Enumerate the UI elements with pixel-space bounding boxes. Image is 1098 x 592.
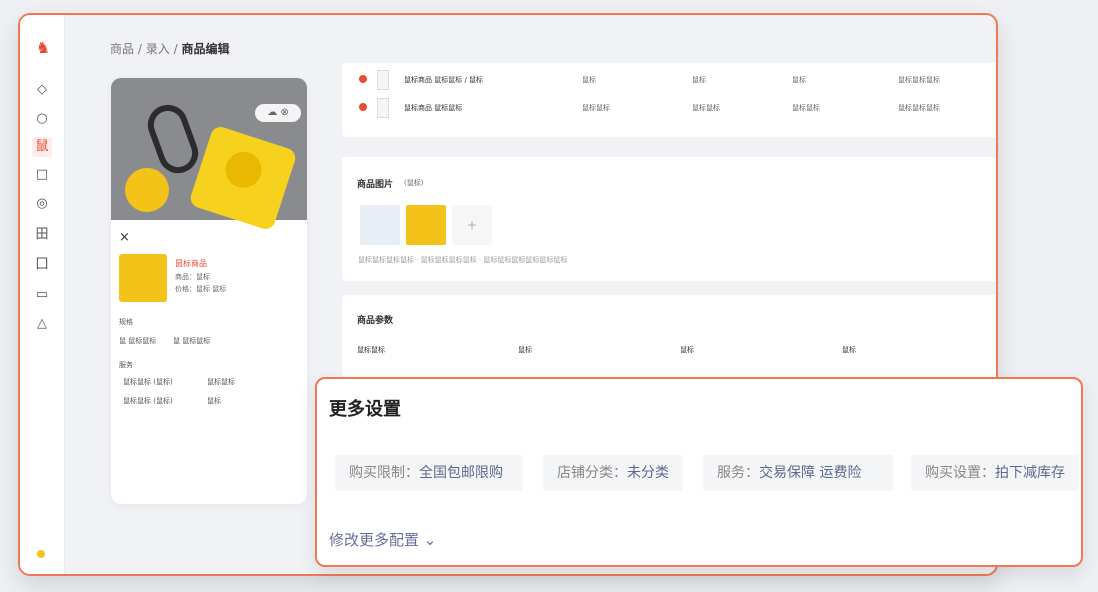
sku-name: 鼠标商品 鼠标鼠标 bbox=[404, 104, 463, 112]
product-line: 价格：鼠标 鼠标 bbox=[175, 285, 227, 293]
setting-purchase-settings[interactable]: 购买设置：拍下减库存 bbox=[911, 455, 1079, 491]
chevron-down-icon: ⌄ bbox=[423, 531, 437, 549]
charm-image bbox=[125, 168, 169, 212]
group-label: 服务 bbox=[119, 361, 133, 369]
preview-controls[interactable]: ☁ ⊗ bbox=[255, 104, 301, 122]
option-chip[interactable]: 鼠 鼠标鼠标 bbox=[173, 336, 210, 346]
sku-cell[interactable]: 鼠标鼠标鼠标 bbox=[898, 75, 940, 85]
add-image-button[interactable]: + bbox=[452, 205, 492, 245]
gallery-image[interactable] bbox=[360, 205, 400, 245]
sku-cell[interactable]: 鼠标 bbox=[692, 75, 706, 85]
section-hint: (鼠标) bbox=[404, 179, 424, 187]
sku-cell[interactable]: 鼠标鼠标鼠标 bbox=[898, 103, 940, 113]
sku-cell[interactable]: 鼠标鼠标 bbox=[582, 103, 610, 113]
product-line: 商品：鼠标 bbox=[175, 273, 210, 281]
product-thumbnail bbox=[119, 254, 167, 302]
sidebar-item-6[interactable]: 田 bbox=[32, 225, 52, 245]
section-title: 商品图片 bbox=[357, 180, 394, 190]
option-chip[interactable]: 鼠标 bbox=[207, 396, 221, 406]
delete-icon[interactable] bbox=[359, 103, 367, 111]
group-label: 规格 bbox=[119, 318, 133, 326]
sidebar-item-1[interactable]: ◇ bbox=[32, 80, 52, 100]
breadcrumb: 商品 / 录入 / 商品编辑 bbox=[110, 42, 230, 56]
delete-icon[interactable] bbox=[359, 75, 367, 83]
more-settings-panel: 更多设置 购买限制：全国包邮限购 店铺分类：未分类 服务：交易保障 运费险 购买… bbox=[315, 377, 1083, 567]
status-dot bbox=[37, 550, 45, 558]
sku-cell[interactable]: 鼠标 bbox=[792, 75, 806, 85]
sku-table: 鼠标商品 鼠标鼠标 / 鼠标 鼠标 鼠标 鼠标 鼠标鼠标鼠标 鼠标商品 鼠标鼠标… bbox=[342, 63, 996, 137]
sidebar-item-9[interactable]: △ bbox=[32, 314, 52, 334]
close-icon[interactable]: × bbox=[119, 230, 299, 245]
sidebar-item-5[interactable]: ◎ bbox=[32, 194, 52, 214]
gallery-image[interactable] bbox=[406, 205, 446, 245]
sidebar-item-2[interactable]: ○ bbox=[32, 109, 52, 129]
strap-image bbox=[142, 99, 204, 179]
sidebar-item-4[interactable]: □ bbox=[32, 165, 52, 185]
image-caption: 鼠标鼠标鼠标鼠标 · 鼠标鼠标鼠标鼠标 · 鼠标鼠标鼠标鼠标鼠标鼠标 bbox=[358, 256, 568, 264]
section-title: 商品参数 bbox=[357, 316, 394, 326]
sku-cell[interactable]: 鼠标 bbox=[582, 75, 596, 85]
param-header: 鼠标鼠标 bbox=[357, 346, 385, 354]
param-header: 鼠标 bbox=[680, 346, 694, 354]
params-section: 商品参数 鼠标鼠标 鼠标 鼠标 鼠标 bbox=[342, 295, 996, 385]
logo-icon: ♞ bbox=[35, 38, 51, 57]
option-chip[interactable]: 鼠标鼠标 (鼠标) bbox=[123, 396, 173, 406]
option-chip[interactable]: 鼠标鼠标 (鼠标) bbox=[123, 377, 173, 387]
product-title: 鼠标商品 bbox=[175, 259, 207, 268]
sidebar-item-8[interactable]: ▭ bbox=[32, 285, 52, 305]
param-header: 鼠标 bbox=[518, 346, 532, 354]
sidebar: ♞ ◇ ○ 鼠 □ ◎ 田 囗 ▭ △ bbox=[20, 15, 65, 574]
param-header: 鼠标 bbox=[842, 346, 856, 354]
option-chip[interactable]: 鼠 鼠标鼠标 bbox=[119, 336, 156, 346]
sku-cell[interactable]: 鼠标鼠标 bbox=[792, 103, 820, 113]
phone-case-image bbox=[188, 124, 298, 232]
edit-more-settings-link[interactable]: 修改更多配置 ⌄ bbox=[329, 529, 436, 550]
option-chip[interactable]: 鼠标鼠标 bbox=[207, 377, 235, 387]
sidebar-item-7[interactable]: 囗 bbox=[32, 255, 52, 275]
mobile-preview: ☁ ⊗ × 鼠标商品 商品：鼠标 价格：鼠标 鼠标 规格 鼠 鼠标鼠标 鼠 鼠标… bbox=[111, 78, 307, 504]
sku-cell[interactable]: 鼠标鼠标 bbox=[692, 103, 720, 113]
panel-title: 更多设置 bbox=[329, 399, 401, 420]
images-section: 商品图片 (鼠标) + 鼠标鼠标鼠标鼠标 · 鼠标鼠标鼠标鼠标 · 鼠标鼠标鼠标… bbox=[342, 157, 996, 281]
sku-thumbnail bbox=[377, 70, 389, 90]
sku-name: 鼠标商品 鼠标鼠标 / 鼠标 bbox=[404, 76, 484, 84]
breadcrumb-current: 商品编辑 bbox=[181, 42, 230, 56]
setting-purchase-limit[interactable]: 购买限制：全国包邮限购 bbox=[335, 455, 523, 491]
breadcrumb-item[interactable]: 录入 bbox=[146, 42, 170, 56]
breadcrumb-item[interactable]: 商品 bbox=[110, 42, 134, 56]
product-photo: ☁ ⊗ bbox=[111, 78, 307, 232]
sidebar-item-active[interactable]: 鼠 bbox=[32, 137, 52, 157]
preview-sheet: × 鼠标商品 商品：鼠标 价格：鼠标 鼠标 规格 鼠 鼠标鼠标 鼠 鼠标鼠标 服… bbox=[111, 220, 307, 405]
sku-thumbnail bbox=[377, 98, 389, 118]
setting-shop-category[interactable]: 店铺分类：未分类 bbox=[543, 455, 683, 491]
setting-service[interactable]: 服务：交易保障 运费险 bbox=[703, 455, 893, 491]
